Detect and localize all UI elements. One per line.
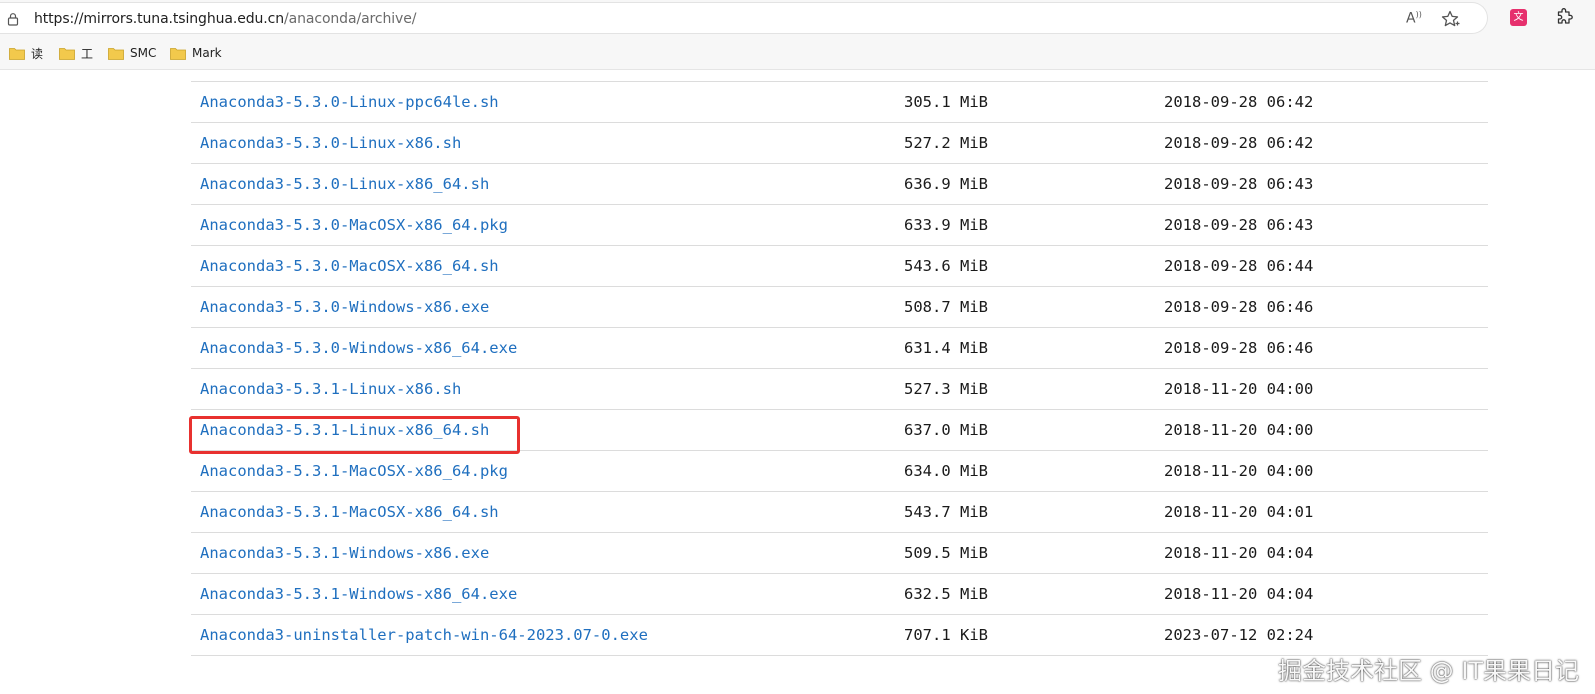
address-bar: https://mirrors.tuna.tsinghua.edu.cn/ana…: [0, 0, 1595, 36]
lock-icon[interactable]: [6, 12, 20, 26]
extensions-icon[interactable]: [1555, 7, 1575, 27]
file-size: 707.1 KiB: [904, 626, 988, 644]
table-row: Anaconda3-5.3.1-MacOSX-x86_64.pkg 634.0 M…: [191, 450, 1488, 492]
table-row: Anaconda3-5.3.1-Linux-x86.sh 527.3 MiB 201…: [191, 368, 1488, 410]
file-date: 2018-09-28 06:46: [1164, 298, 1314, 316]
table-row: Anaconda3-5.3.1-Windows-x86_64.exe 632.5 …: [191, 573, 1488, 615]
bookmark-label: Mark: [192, 46, 222, 60]
file-size: 527.3 MiB: [904, 380, 988, 398]
bookmark-folder-mark[interactable]: Mark: [170, 44, 222, 62]
table-row: Anaconda3-5.3.1-MacOSX-x86_64.sh 543.7 Mi…: [191, 491, 1488, 533]
table-row: Anaconda3-5.3.0-Windows-x86_64.exe 631.4 …: [191, 327, 1488, 369]
page-content: Anaconda3-5.3.0-Linux-ppc64le.sh 305.1 Mi…: [0, 71, 1595, 694]
file-link[interactable]: Anaconda3-5.3.0-Windows-x86_64.exe: [200, 339, 517, 357]
file-date: 2018-11-20 04:00: [1164, 380, 1314, 398]
url-path: /anaconda/archive/: [284, 11, 417, 27]
file-link[interactable]: Anaconda3-5.3.0-Linux-x86.sh: [200, 134, 461, 152]
file-size: 632.5 MiB: [904, 585, 988, 603]
file-date: 2018-09-28 06:43: [1164, 175, 1314, 193]
file-size: 637.0 MiB: [904, 421, 988, 439]
file-size: 633.9 MiB: [904, 216, 988, 234]
file-link[interactable]: Anaconda3-5.3.0-MacOSX-x86_64.pkg: [200, 216, 508, 234]
table-row: Anaconda3-5.3.0-Linux-x86.sh 527.2 MiB 201…: [191, 122, 1488, 164]
file-size: 527.2 MiB: [904, 134, 988, 152]
watermark: 掘金技术社区 @ IT果果日记: [1278, 657, 1579, 685]
read-aloud-icon[interactable]: A)): [1406, 10, 1428, 30]
file-link[interactable]: Anaconda3-uninstaller-patch-win-64-2023.…: [200, 626, 648, 644]
file-size: 509.5 MiB: [904, 544, 988, 562]
file-date: 2018-11-20 04:00: [1164, 462, 1314, 480]
bookmark-label: 工: [81, 46, 94, 61]
url-text[interactable]: https://mirrors.tuna.tsinghua.edu.cn/ana…: [34, 11, 416, 27]
bookmark-folder-gong[interactable]: 工: [59, 44, 93, 62]
file-link[interactable]: Anaconda3-5.3.1-Windows-x86_64.exe: [200, 585, 517, 603]
file-link[interactable]: Anaconda3-5.3.0-MacOSX-x86_64.sh: [200, 257, 499, 275]
file-date: 2018-09-28 06:42: [1164, 93, 1314, 111]
file-link[interactable]: Anaconda3-5.3.0-Windows-x86.exe: [200, 298, 489, 316]
folder-icon: [170, 47, 186, 60]
table-row: Anaconda3-5.3.0-Linux-x86_64.sh 636.9 MiB…: [191, 163, 1488, 205]
file-link[interactable]: Anaconda3-5.3.1-MacOSX-x86_64.pkg: [200, 462, 508, 480]
translate-icon[interactable]: 文: [1510, 9, 1527, 26]
favorite-icon[interactable]: [1440, 9, 1460, 29]
file-size: 636.9 MiB: [904, 175, 988, 193]
table-row-highlighted: Anaconda3-5.3.1-Linux-x86_64.sh 637.0 MiB…: [191, 409, 1488, 451]
url-box[interactable]: https://mirrors.tuna.tsinghua.edu.cn/ana…: [0, 2, 1488, 34]
table-row: Anaconda3-5.3.1-Windows-x86.exe 509.5 MiB…: [191, 532, 1488, 574]
file-link[interactable]: Anaconda3-5.3.1-Linux-x86.sh: [200, 380, 461, 398]
folder-icon: [59, 47, 75, 60]
bookmark-folder-smc[interactable]: SMC: [108, 44, 156, 62]
file-date: 2018-09-28 06:44: [1164, 257, 1314, 275]
url-host: https://mirrors.tuna.tsinghua.edu.cn: [34, 11, 284, 27]
file-size: 634.0 MiB: [904, 462, 988, 480]
file-date: 2018-11-20 04:04: [1164, 585, 1314, 603]
file-size: 508.7 MiB: [904, 298, 988, 316]
file-link[interactable]: Anaconda3-5.3.1-Windows-x86.exe: [200, 544, 489, 562]
file-link[interactable]: Anaconda3-5.3.0-Linux-x86_64.sh: [200, 175, 489, 193]
file-date: 2018-09-28 06:42: [1164, 134, 1314, 152]
table-row: Anaconda3-uninstaller-patch-win-64-2023.…: [191, 614, 1488, 656]
file-date: 2018-09-28 06:46: [1164, 339, 1314, 357]
file-table: Anaconda3-5.3.0-Linux-ppc64le.sh 305.1 Mi…: [191, 81, 1488, 656]
bookmark-label: 读: [31, 46, 44, 61]
table-row: Anaconda3-5.3.0-Linux-ppc64le.sh 305.1 Mi…: [191, 81, 1488, 123]
file-date: 2018-09-28 06:43: [1164, 216, 1314, 234]
file-date: 2018-11-20 04:00: [1164, 421, 1314, 439]
table-row: Anaconda3-5.3.0-MacOSX-x86_64.sh 543.6 Mi…: [191, 245, 1488, 287]
file-link[interactable]: Anaconda3-5.3.0-Linux-ppc64le.sh: [200, 93, 499, 111]
table-row: Anaconda3-5.3.0-MacOSX-x86_64.pkg 633.9 M…: [191, 204, 1488, 246]
bookmarks-bar: 读 工 SMC Mark: [0, 36, 1595, 70]
file-date: 2023-07-12 02:24: [1164, 626, 1314, 644]
file-size: 543.6 MiB: [904, 257, 988, 275]
bookmark-label: SMC: [130, 46, 157, 60]
file-size: 631.4 MiB: [904, 339, 988, 357]
folder-icon: [9, 47, 25, 60]
file-size: 543.7 MiB: [904, 503, 988, 521]
file-size: 305.1 MiB: [904, 93, 988, 111]
file-link[interactable]: Anaconda3-5.3.1-MacOSX-x86_64.sh: [200, 503, 499, 521]
file-link[interactable]: Anaconda3-5.3.1-Linux-x86_64.sh: [200, 421, 489, 439]
file-date: 2018-11-20 04:01: [1164, 503, 1314, 521]
file-date: 2018-11-20 04:04: [1164, 544, 1314, 562]
folder-icon: [108, 47, 124, 60]
bookmark-folder-du[interactable]: 读: [9, 44, 43, 62]
table-row: Anaconda3-5.3.0-Windows-x86.exe 508.7 MiB…: [191, 286, 1488, 328]
